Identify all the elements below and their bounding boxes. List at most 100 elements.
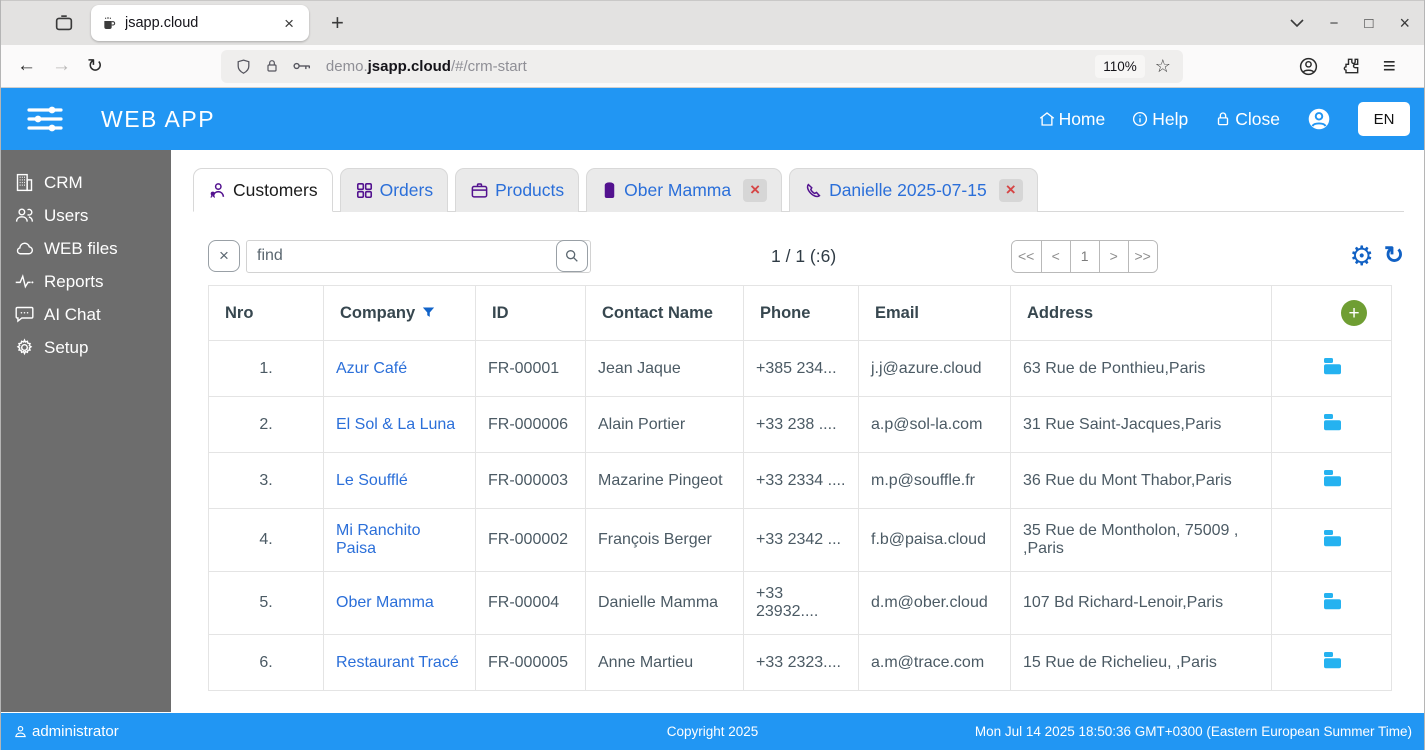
- company-link[interactable]: Mi Ranchito Paisa: [336, 522, 420, 557]
- cell-id: FR-00004: [475, 571, 586, 635]
- account-icon[interactable]: [1298, 56, 1319, 77]
- folder-icon: [1323, 414, 1341, 431]
- sidebar-label: WEB files: [44, 238, 118, 258]
- cell-id: FR-000003: [475, 452, 586, 509]
- close-window-button[interactable]: ×: [1399, 13, 1410, 34]
- browser-tab[interactable]: jsapp.cloud ×: [91, 5, 309, 41]
- maximize-button[interactable]: □: [1364, 15, 1373, 32]
- record-jar-icon: [601, 181, 618, 200]
- sidebar-label: Users: [44, 205, 89, 225]
- forward-button[interactable]: →: [52, 55, 71, 77]
- toolbar-icons: ⚙ ↻: [1350, 242, 1404, 270]
- add-customer-button[interactable]: +: [1341, 300, 1367, 326]
- cell-address: 36 Rue du Mont Thabor,Paris: [1010, 452, 1272, 509]
- company-link[interactable]: Le Soufflé: [336, 472, 408, 489]
- current-page-button[interactable]: 1: [1069, 240, 1099, 272]
- reload-button[interactable]: ↻: [87, 55, 103, 78]
- app-tab-bar: Customers Orders Products Ober Mamma × D…: [193, 167, 1404, 212]
- close-tab-icon[interactable]: ×: [743, 179, 768, 202]
- sidebar-item-setup[interactable]: Setup: [1, 331, 171, 364]
- back-button[interactable]: ←: [17, 55, 36, 77]
- sliders-menu-icon[interactable]: [25, 103, 65, 135]
- refresh-icon[interactable]: ↻: [1384, 244, 1404, 268]
- open-folder-button[interactable]: [1319, 526, 1345, 550]
- window-controls: − □ ×: [1290, 1, 1410, 46]
- cell-contact: Jean Jaque: [585, 340, 744, 397]
- clear-search-button[interactable]: ×: [208, 240, 240, 272]
- filter-icon[interactable]: [421, 305, 436, 320]
- user-account-icon[interactable]: [1306, 106, 1332, 132]
- close-session-link[interactable]: Close: [1214, 109, 1280, 130]
- cell-email: m.p@souffle.fr: [858, 452, 1011, 509]
- firefox-view-icon[interactable]: [47, 8, 81, 38]
- new-tab-button[interactable]: +: [323, 10, 352, 36]
- help-link[interactable]: Help: [1131, 109, 1188, 130]
- sidebar: CRM Users WEB files Reports AI Chat Setu…: [1, 150, 171, 712]
- products-case-icon: [470, 181, 489, 200]
- find-group: [246, 239, 591, 273]
- menu-hamburger-icon[interactable]: ≡: [1383, 53, 1396, 79]
- sidebar-item-web-files[interactable]: WEB files: [1, 232, 171, 265]
- company-link[interactable]: El Sol & La Luna: [336, 416, 455, 433]
- cell-email: a.p@sol-la.com: [858, 396, 1011, 453]
- col-header-actions: +: [1271, 285, 1392, 341]
- search-button[interactable]: [556, 239, 588, 272]
- home-link[interactable]: Home: [1038, 109, 1105, 130]
- phone-icon: [804, 181, 823, 200]
- browser-tab-close-icon[interactable]: ×: [279, 13, 299, 34]
- first-page-button[interactable]: <<: [1011, 240, 1041, 272]
- pagination: << < 1 > >>: [1010, 239, 1158, 273]
- sidebar-item-crm[interactable]: CRM: [1, 166, 171, 199]
- extensions-puzzle-icon[interactable]: [1341, 56, 1361, 76]
- sidebar-label: Reports: [44, 271, 104, 291]
- table-row: 1. Azur Café FR-00001 Jean Jaque +385 23…: [208, 340, 1392, 397]
- tab-label: Ober Mamma: [624, 180, 732, 200]
- col-header-address: Address: [1010, 285, 1272, 341]
- sidebar-label: Setup: [44, 337, 89, 357]
- minimize-button[interactable]: −: [1330, 15, 1339, 32]
- sidebar-item-reports[interactable]: Reports: [1, 265, 171, 298]
- language-button[interactable]: EN: [1358, 102, 1410, 136]
- url-bar[interactable]: demo.jsapp.cloud/#/crm-start 110% ☆: [220, 49, 1183, 83]
- zoom-level-badge[interactable]: 110%: [1095, 54, 1145, 78]
- prev-page-button[interactable]: <: [1040, 240, 1070, 272]
- tab-orders[interactable]: Orders: [339, 168, 449, 212]
- next-page-button[interactable]: >: [1098, 240, 1128, 272]
- col-header-company[interactable]: Company: [323, 285, 476, 341]
- tab-list-chevron-icon[interactable]: [1290, 19, 1304, 28]
- col-header-email: Email: [858, 285, 1011, 341]
- sidebar-item-users[interactable]: Users: [1, 199, 171, 232]
- cell-id: FR-000002: [475, 508, 586, 572]
- cell-address: 107 Bd Richard-Lenoir,Paris: [1010, 571, 1272, 635]
- settings-gear-icon[interactable]: ⚙: [1350, 242, 1374, 270]
- sidebar-item-ai-chat[interactable]: AI Chat: [1, 298, 171, 331]
- sidebar-label: AI Chat: [44, 304, 101, 324]
- open-folder-button[interactable]: [1319, 354, 1345, 378]
- cell-phone: +33 2342 ...: [743, 508, 859, 572]
- shield-icon[interactable]: [235, 58, 252, 75]
- close-tab-icon[interactable]: ×: [998, 179, 1023, 202]
- open-folder-button[interactable]: [1319, 589, 1345, 613]
- cell-contact: Alain Portier: [585, 396, 744, 453]
- users-icon: [15, 208, 34, 222]
- lock-icon[interactable]: [264, 58, 280, 74]
- tab-label: Products: [495, 180, 565, 200]
- customer-award-icon: [208, 181, 227, 200]
- tab-customers[interactable]: Customers: [193, 168, 333, 212]
- company-link[interactable]: Ober Mamma: [336, 594, 434, 611]
- open-folder-button[interactable]: [1319, 648, 1345, 672]
- company-link[interactable]: Restaurant Tracé: [336, 654, 459, 671]
- search-input[interactable]: [246, 239, 591, 273]
- browser-tab-title: jsapp.cloud: [125, 15, 199, 31]
- cell-id: FR-000005: [475, 634, 586, 691]
- tab-danielle[interactable]: Danielle 2025-07-15 ×: [789, 168, 1038, 212]
- tab-products[interactable]: Products: [455, 168, 580, 212]
- last-page-button[interactable]: >>: [1127, 240, 1157, 272]
- bookmark-star-icon[interactable]: ☆: [1155, 56, 1171, 77]
- key-icon[interactable]: [292, 58, 312, 74]
- open-folder-button[interactable]: [1319, 466, 1345, 490]
- main-content: Customers Orders Products Ober Mamma × D…: [171, 150, 1424, 712]
- company-link[interactable]: Azur Café: [336, 360, 407, 377]
- open-folder-button[interactable]: [1319, 410, 1345, 434]
- tab-ober-mamma[interactable]: Ober Mamma ×: [586, 168, 783, 212]
